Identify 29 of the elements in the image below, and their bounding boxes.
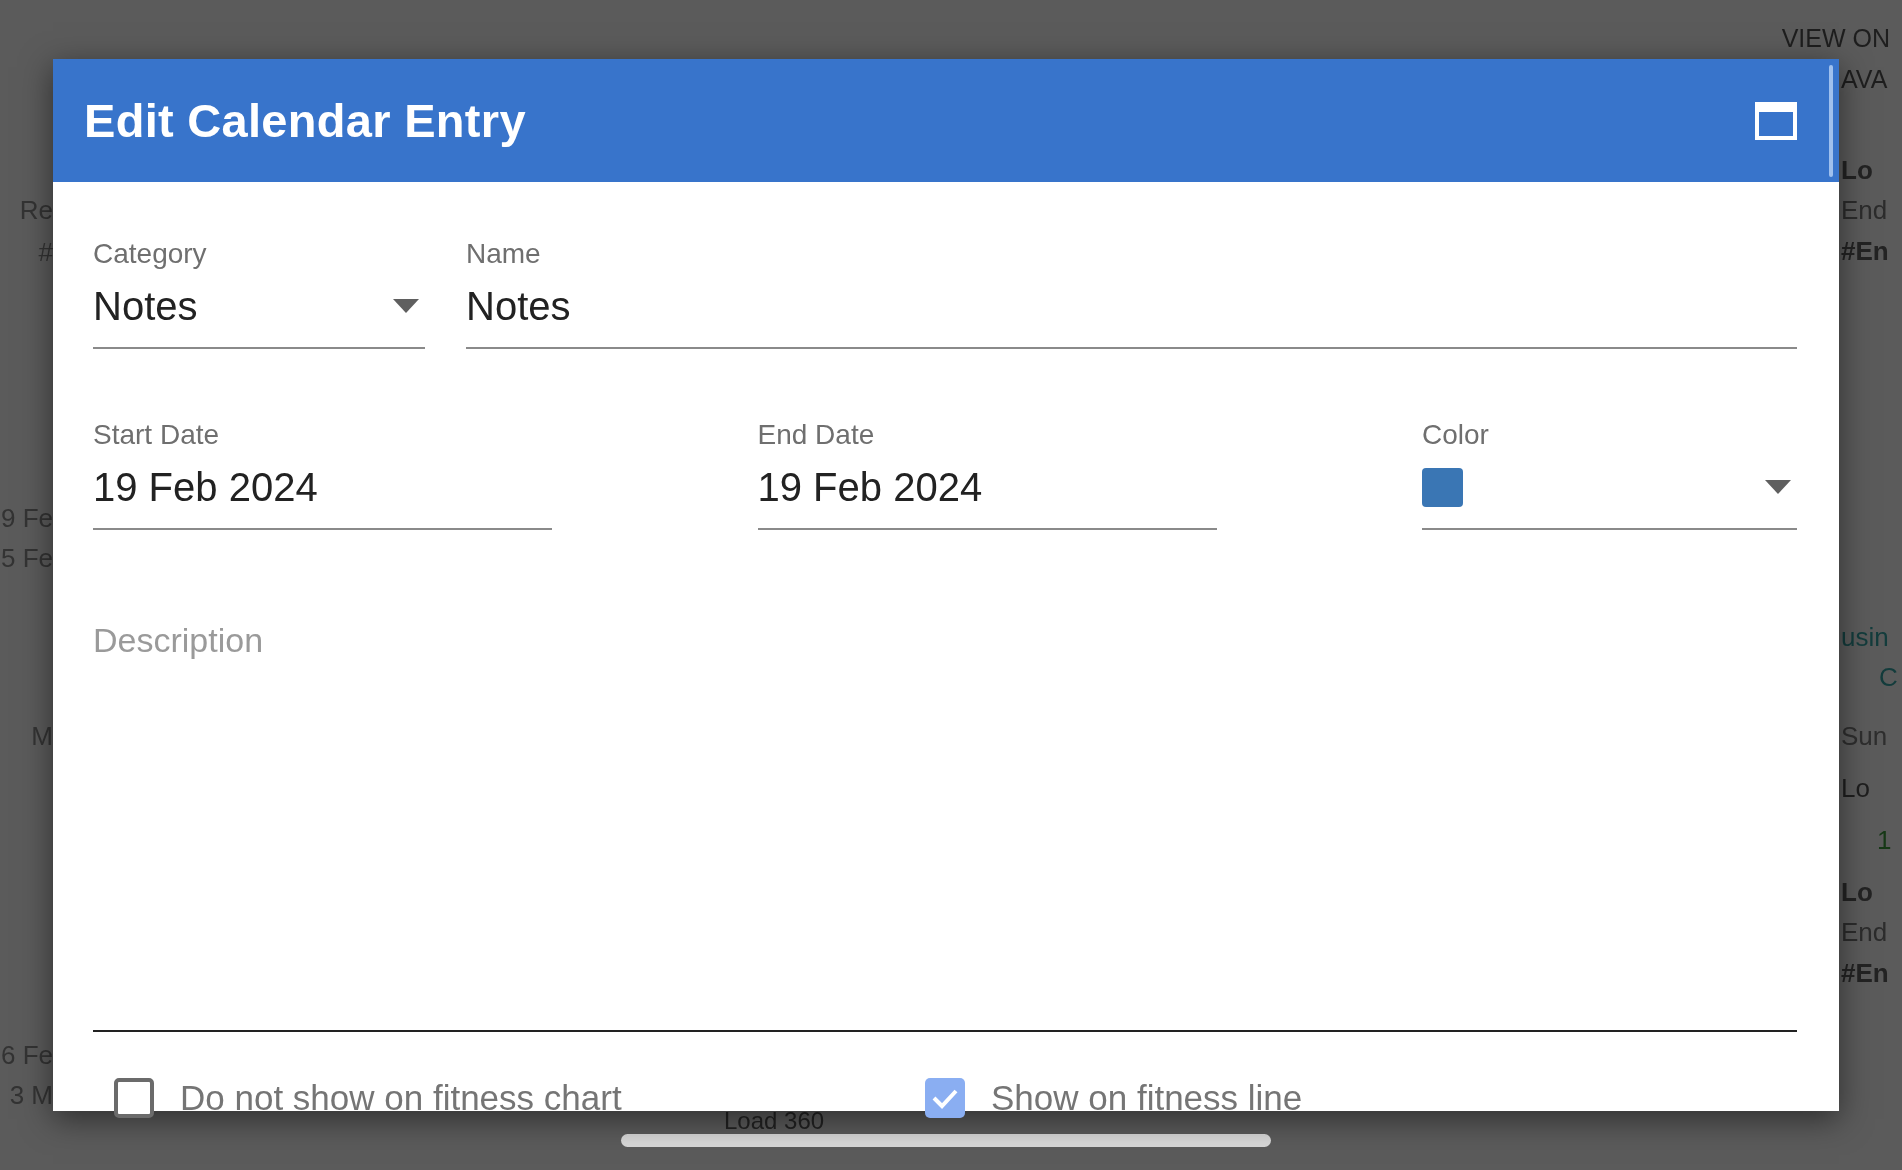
field-label: Color (1422, 418, 1490, 452)
dropdown-caret-icon[interactable] (1765, 480, 1791, 494)
scrollbar[interactable] (1829, 65, 1833, 177)
calendar-text: #En (1840, 957, 1889, 990)
dialog-title: Edit Calendar Entry (84, 93, 526, 148)
calendar-text: 1 (1876, 824, 1892, 857)
calendar-text: Lo (1840, 876, 1873, 909)
calendar-text: usin (1840, 621, 1889, 654)
checkbox[interactable] (114, 1078, 154, 1118)
field-label: End Date (757, 418, 876, 452)
category-select[interactable]: Notes (93, 280, 425, 349)
field-label: Category (93, 237, 208, 271)
checkmark-icon (931, 1087, 959, 1109)
text-field[interactable]: Notes (466, 280, 1797, 349)
calendar-text: # (38, 236, 53, 269)
text-field[interactable]: 19 Feb 2024 (93, 461, 552, 530)
field-label: Start Date (93, 418, 221, 452)
text-field[interactable]: 19 Feb 2024 (757, 461, 1217, 530)
checkbox-label: Do not show on fitness chart (180, 1078, 622, 1118)
checkbox[interactable] (925, 1078, 965, 1118)
calendar-text: Lo (1840, 154, 1873, 187)
calendar-text: #En (1840, 235, 1889, 268)
maximize-icon[interactable] (1755, 101, 1797, 140)
checkbox-label: Show on fitness line (991, 1078, 1303, 1118)
calendar-text: Lo (1840, 772, 1870, 805)
calendar-text: C (1878, 661, 1898, 694)
field-label: Name (466, 237, 542, 271)
scrollbar[interactable] (621, 1134, 1271, 1147)
dropdown-caret-icon[interactable] (393, 299, 419, 313)
